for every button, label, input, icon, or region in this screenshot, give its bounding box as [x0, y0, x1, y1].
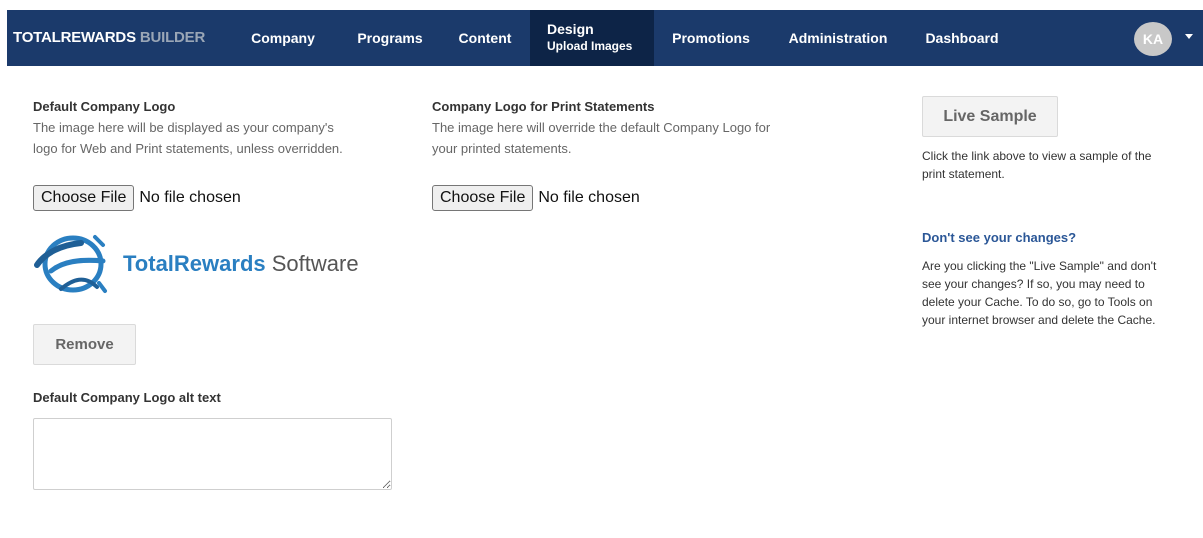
help-line3: delete your Cache. To do so, go to Tools… — [922, 295, 1153, 309]
nav-administration[interactable]: Administration — [777, 10, 899, 66]
print-logo-description: The image here will override the default… — [432, 117, 852, 159]
default-logo-choose-file-button[interactable]: Choose File — [33, 185, 135, 211]
default-logo-desc-line2: logo for Web and Print statements, unles… — [33, 141, 343, 156]
logo-wordmark: TotalRewards Software — [123, 251, 359, 277]
help-title: Don't see your changes? — [922, 230, 1077, 245]
logo-wordmark-secondary: Software — [271, 251, 359, 276]
default-logo-title: Default Company Logo — [33, 99, 176, 114]
brand-suffix: BUILDER — [139, 29, 206, 46]
globe-logo-icon — [34, 235, 107, 293]
logo-wordmark-primary: TotalRewards — [123, 251, 266, 276]
remove-logo-button[interactable]: Remove — [33, 324, 136, 365]
nav-design-sublabel: Upload Images — [547, 39, 633, 53]
default-logo-description: The image here will be displayed as your… — [33, 117, 403, 159]
print-logo-choose-file-button[interactable]: Choose File — [432, 185, 534, 211]
brand-logo[interactable]: TOTALREWARDS BUILDER — [13, 10, 205, 66]
help-line1: Are you clicking the "Live Sample" and d… — [922, 259, 1157, 273]
help-line4: your internet browser and delete the Cac… — [922, 313, 1156, 327]
top-strip — [0, 0, 1203, 10]
live-sample-description: Click the link above to view a sample of… — [922, 147, 1192, 183]
default-logo-file-status: No file chosen — [139, 189, 241, 206]
live-sample-desc-line2: print statement. — [922, 167, 1005, 181]
nav-promotions[interactable]: Promotions — [661, 10, 761, 66]
nav-content[interactable]: Content — [447, 10, 523, 66]
default-logo-file-input: Choose File No file chosen — [33, 185, 241, 211]
print-logo-file-status: No file chosen — [538, 189, 640, 206]
chevron-down-icon[interactable] — [1185, 34, 1193, 39]
print-logo-title: Company Logo for Print Statements — [432, 99, 655, 114]
brand-name: TOTALREWARDS — [13, 29, 136, 46]
print-logo-desc-line2: your printed statements. — [432, 141, 572, 156]
nav-design[interactable]: Design Upload Images — [530, 10, 654, 66]
user-avatar[interactable]: KA — [1134, 22, 1172, 56]
alt-text-label: Default Company Logo alt text — [33, 390, 221, 405]
default-logo-desc-line1: The image here will be displayed as your… — [33, 120, 334, 135]
help-line2: see your changes? If so, you may need to — [922, 277, 1145, 291]
alt-text-input[interactable] — [33, 418, 392, 490]
nav-dashboard[interactable]: Dashboard — [912, 10, 1012, 66]
company-logo-image: TotalRewards Software — [33, 231, 395, 297]
nav-design-label: Design — [547, 21, 594, 37]
nav-company[interactable]: Company — [241, 10, 325, 66]
top-navbar: TOTALREWARDS BUILDER Company Programs Co… — [7, 10, 1203, 66]
print-logo-file-input: Choose File No file chosen — [432, 185, 640, 211]
live-sample-button[interactable]: Live Sample — [922, 96, 1058, 137]
live-sample-desc-line1: Click the link above to view a sample of… — [922, 149, 1152, 163]
help-text: Are you clicking the "Live Sample" and d… — [922, 257, 1197, 329]
nav-programs[interactable]: Programs — [342, 10, 438, 66]
print-logo-desc-line1: The image here will override the default… — [432, 120, 771, 135]
